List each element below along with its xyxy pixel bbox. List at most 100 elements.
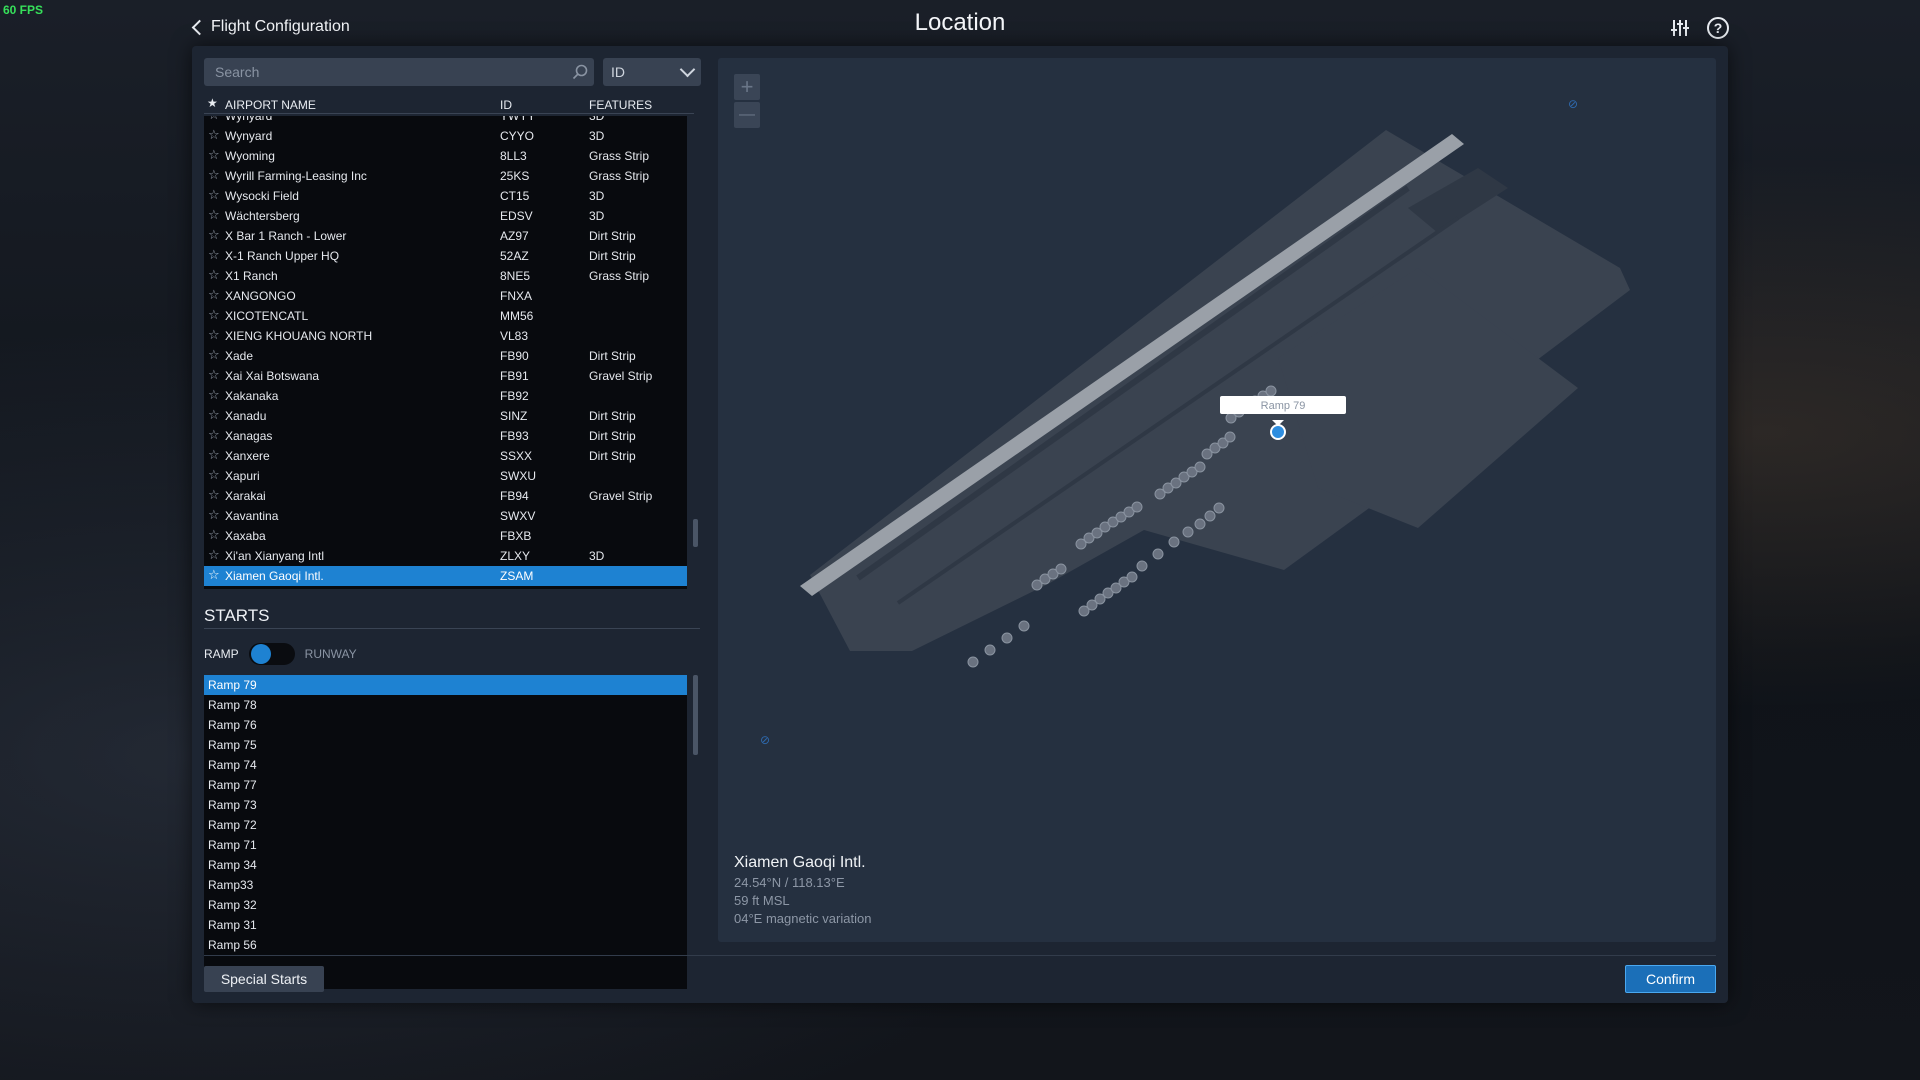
favorite-star-icon[interactable]: ☆ — [208, 287, 220, 303]
airport-row[interactable]: ☆ Wysocki Field CT15 3D — [204, 186, 687, 206]
favorite-star-icon[interactable]: ☆ — [208, 467, 220, 483]
airport-row[interactable]: ☆ Wächtersberg EDSV 3D — [204, 206, 687, 226]
airport-list-scrollbar[interactable] — [693, 116, 698, 589]
favorite-star-icon[interactable]: ☆ — [208, 327, 220, 343]
favorite-star-icon[interactable]: ☆ — [208, 547, 220, 563]
zoom-in-button[interactable]: + — [734, 74, 760, 100]
parking-stand[interactable] — [1136, 560, 1148, 572]
parking-stand[interactable] — [1126, 571, 1138, 583]
start-row[interactable]: Ramp 79 — [204, 675, 687, 695]
search-input[interactable]: Search — [204, 58, 594, 86]
help-button[interactable]: ? — [1706, 16, 1730, 40]
favorite-star-icon[interactable]: ☆ — [208, 167, 220, 183]
airport-list[interactable]: ☆ Wynyard YWYY 3D ☆ Wynyard CYYO 3D ☆ Wyoming 8LL3… — [204, 116, 687, 589]
airport-row[interactable]: ☆ Xanadu SINZ Dirt Strip — [204, 406, 687, 426]
favorite-star-icon[interactable]: ☆ — [208, 567, 220, 583]
col-id[interactable]: ID — [500, 98, 512, 112]
start-row[interactable]: Ramp33 — [204, 875, 687, 895]
parking-stand[interactable] — [1182, 526, 1194, 538]
settings-sliders-button[interactable] — [1668, 16, 1692, 40]
airport-row[interactable]: ☆ Wynyard CYYO 3D — [204, 126, 687, 146]
airport-row[interactable]: ☆ Xi'an Xianyang Intl ZLXY 3D — [204, 546, 687, 566]
favorite-star-icon[interactable]: ☆ — [208, 127, 220, 143]
favorite-star-icon[interactable]: ☆ — [208, 387, 220, 403]
start-row[interactable]: Ramp 73 — [204, 795, 687, 815]
favorite-star-icon[interactable]: ☆ — [208, 347, 220, 363]
search-filter-dropdown[interactable]: ID — [603, 58, 701, 86]
airport-row[interactable]: ☆ X Bar 1 Ranch - Lower AZ97 Dirt Strip — [204, 226, 687, 246]
favorite-star-icon[interactable]: ☆ — [208, 187, 220, 203]
favorite-star-icon[interactable]: ☆ — [208, 427, 220, 443]
zoom-out-button[interactable]: — — [734, 102, 760, 128]
starts-list[interactable]: Ramp 79 Ramp 78 Ramp 76 Ramp 75 Ramp 74 Ramp … — [204, 675, 687, 989]
parking-stand[interactable] — [967, 656, 979, 668]
favorite-star-icon[interactable]: ☆ — [208, 447, 220, 463]
parking-stand[interactable] — [1224, 431, 1236, 443]
favorite-star-icon[interactable]: ☆ — [208, 487, 220, 503]
airport-row[interactable]: ☆ XIENG KHOUANG NORTH VL83 — [204, 326, 687, 346]
parking-stand[interactable] — [1204, 510, 1216, 522]
airport-row[interactable]: ☆ Xapuri SWXU — [204, 466, 687, 486]
start-row[interactable]: Ramp 75 — [204, 735, 687, 755]
airport-row[interactable]: ☆ Xaxaba FBXB — [204, 526, 687, 546]
start-row[interactable]: Ramp 74 — [204, 755, 687, 775]
airport-row[interactable]: ☆ Xanagas FB93 Dirt Strip — [204, 426, 687, 446]
airport-row[interactable]: ☆ Xavantina SWXV — [204, 506, 687, 526]
start-row[interactable]: Ramp 77 — [204, 775, 687, 795]
parking-stand[interactable] — [1018, 620, 1030, 632]
airport-map[interactable]: Ramp 79 ⊘ ⊘ + — Xiamen Gaoqi Intl. 24.54… — [718, 58, 1716, 942]
start-row[interactable]: Ramp 71 — [204, 835, 687, 855]
airport-row[interactable]: ☆ Wynyard YWYY 3D — [204, 116, 687, 126]
col-airport-name[interactable]: AIRPORT NAME — [225, 98, 316, 112]
favorite-star-icon[interactable]: ☆ — [208, 147, 220, 163]
favorite-star-icon[interactable]: ☆ — [208, 227, 220, 243]
favorite-star-icon[interactable]: ☆ — [208, 407, 220, 423]
ramp-runway-toggle[interactable] — [248, 643, 295, 665]
start-row[interactable]: Ramp 34 — [204, 855, 687, 875]
start-row[interactable]: Ramp 78 — [204, 695, 687, 715]
favorite-star-icon[interactable]: ☆ — [208, 267, 220, 283]
parking-stand[interactable] — [1265, 385, 1277, 397]
parking-stand[interactable] — [1131, 501, 1143, 513]
airport-row[interactable]: ☆ X-1 Ranch Upper HQ 52AZ Dirt Strip — [204, 246, 687, 266]
airport-list-scroll-thumb[interactable] — [693, 519, 698, 547]
starts-list-scroll-thumb[interactable] — [693, 675, 698, 755]
start-row[interactable]: Ramp 31 — [204, 915, 687, 935]
parking-stand[interactable] — [1194, 461, 1206, 473]
airport-row[interactable]: ☆ XICOTENCATL MM56 — [204, 306, 687, 326]
starts-list-scrollbar[interactable] — [693, 675, 698, 989]
airport-row[interactable]: ☆ Xiamen Gaoqi Intl. ZSAM — [204, 566, 687, 586]
parking-stand[interactable] — [1194, 518, 1206, 530]
airport-row[interactable]: ☆ Xakanaka FB92 — [204, 386, 687, 406]
special-starts-button[interactable]: Special Starts — [204, 966, 324, 992]
favorites-star-icon[interactable]: ★ — [207, 96, 218, 110]
airport-row[interactable]: ☆ Wyrill Farming-Leasing Inc 25KS Grass Str… — [204, 166, 687, 186]
favorite-star-icon[interactable]: ☆ — [208, 207, 220, 223]
favorite-star-icon[interactable]: ☆ — [208, 307, 220, 323]
parking-stand[interactable] — [1168, 536, 1180, 548]
parking-stand[interactable] — [1055, 563, 1067, 575]
favorite-star-icon[interactable]: ☆ — [208, 247, 220, 263]
favorite-star-icon[interactable]: ☆ — [208, 507, 220, 523]
airport-row[interactable]: ☆ X1 Ranch 8NE5 Grass Strip — [204, 266, 687, 286]
parking-stand[interactable] — [984, 644, 996, 656]
favorite-star-icon[interactable]: ☆ — [208, 116, 220, 123]
col-features[interactable]: FEATURES — [589, 98, 652, 112]
airport-row[interactable]: ☆ Xade FB90 Dirt Strip — [204, 346, 687, 366]
airport-row[interactable]: ☆ Xai Xai Botswana FB91 Gravel Strip — [204, 366, 687, 386]
start-label: Ramp 78 — [208, 698, 257, 712]
airport-row[interactable]: ☆ XANGONGO FNXA — [204, 286, 687, 306]
parking-stand[interactable] — [1001, 632, 1013, 644]
airport-row[interactable]: ☆ Xarakai FB94 Gravel Strip — [204, 486, 687, 506]
parking-stand[interactable] — [1152, 548, 1164, 560]
start-row[interactable]: Ramp 32 — [204, 895, 687, 915]
airport-row[interactable]: ☆ Xanxere SSXX Dirt Strip — [204, 446, 687, 466]
parking-stand[interactable] — [1213, 502, 1225, 514]
start-row[interactable]: Ramp 72 — [204, 815, 687, 835]
favorite-star-icon[interactable]: ☆ — [208, 527, 220, 543]
start-row[interactable]: Ramp 56 — [204, 935, 687, 955]
airport-row[interactable]: ☆ Wyoming 8LL3 Grass Strip — [204, 146, 687, 166]
confirm-button[interactable]: Confirm — [1625, 965, 1716, 993]
start-row[interactable]: Ramp 76 — [204, 715, 687, 735]
favorite-star-icon[interactable]: ☆ — [208, 367, 220, 383]
